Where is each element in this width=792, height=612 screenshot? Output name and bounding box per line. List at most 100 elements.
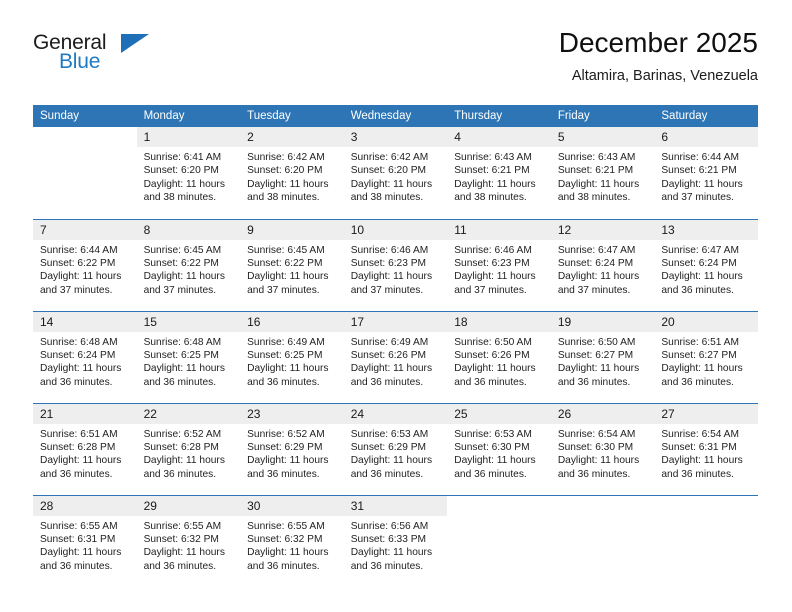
calendar-day-cell[interactable]: 2 Sunrise: 6:42 AM Sunset: 6:20 PM Daylight… xyxy=(240,127,344,219)
sunrise-text: Sunrise: 6:53 AM xyxy=(350,428,429,440)
daylight-text: Daylight: 11 hours and 37 minutes. xyxy=(350,271,433,296)
day-number: 29 xyxy=(136,495,241,516)
day-details: Sunrise: 6:55 AM Sunset: 6:32 PM Daylight:… xyxy=(137,516,241,574)
day-details: Sunrise: 6:51 AM Sunset: 6:28 PM Daylight:… xyxy=(33,424,137,482)
sunrise-text: Sunrise: 6:54 AM xyxy=(661,428,739,440)
calendar-day-cell[interactable]: 4 Sunrise: 6:43 AM Sunset: 6:21 PM Daylight… xyxy=(447,127,551,219)
calendar-day-cell[interactable]: 27 Sunrise: 6:54 AM Sunset: 6:31 PM Dayligh… xyxy=(654,402,758,495)
day-details: Sunrise: 6:48 AM Sunset: 6:25 PM Daylight:… xyxy=(137,332,241,390)
day-cell-inner: 18 Sunrise: 6:50 AM Sunset: 6:26 PM Dayligh… xyxy=(447,311,551,403)
day-cell-inner: 11 Sunrise: 6:46 AM Sunset: 6:23 PM Dayligh… xyxy=(447,219,551,311)
calendar-day-cell[interactable]: 7 Sunrise: 6:44 AM Sunset: 6:22 PM Daylight… xyxy=(33,218,137,311)
sunrise-text: Sunrise: 6:47 AM xyxy=(557,244,636,256)
day-number: 23 xyxy=(240,403,344,424)
calendar-day-cell[interactable]: 12 Sunrise: 6:47 AM Sunset: 6:24 PM Dayligh… xyxy=(550,218,655,311)
daylight-text: Daylight: 11 hours and 37 minutes. xyxy=(143,271,225,296)
sunset-text: Sunset: 6:20 PM xyxy=(143,165,219,177)
calendar-day-cell[interactable]: 10 Sunrise: 6:46 AM Sunset: 6:23 PM Dayligh… xyxy=(343,218,448,311)
calendar-day-cell[interactable]: 3 Sunrise: 6:42 AM Sunset: 6:20 PM Daylight… xyxy=(343,127,448,219)
sunset-text: Sunset: 6:22 PM xyxy=(247,257,323,269)
sunset-text: Sunset: 6:25 PM xyxy=(143,349,219,361)
page-title: December 2025 xyxy=(558,27,758,58)
weekday-header-tuesday: Tuesday xyxy=(240,105,344,127)
day-details: Sunrise: 6:42 AM Sunset: 6:20 PM Daylight:… xyxy=(240,147,344,205)
sunrise-text: Sunrise: 6:42 AM xyxy=(350,152,429,163)
day-cell-inner: 7 Sunrise: 6:44 AM Sunset: 6:22 PM Daylight… xyxy=(33,219,137,311)
calendar-day-cell[interactable]: 28 Sunrise: 6:55 AM Sunset: 6:31 PM Dayligh… xyxy=(33,494,137,588)
daylight-text: Daylight: 11 hours and 38 minutes. xyxy=(557,178,640,204)
day-cell-inner: 25 Sunrise: 6:53 AM Sunset: 6:30 PM Dayligh… xyxy=(447,403,551,495)
calendar-day-cell[interactable]: 15 Sunrise: 6:48 AM Sunset: 6:25 PM Dayligh… xyxy=(136,310,241,403)
day-cell-inner: 28 Sunrise: 6:55 AM Sunset: 6:31 PM Dayligh… xyxy=(33,495,137,588)
daylight-text: Daylight: 11 hours and 37 minutes. xyxy=(661,178,743,204)
calendar-day-cell[interactable]: 26 Sunrise: 6:54 AM Sunset: 6:30 PM Dayligh… xyxy=(550,402,655,495)
sunset-text: Sunset: 6:20 PM xyxy=(247,165,323,177)
day-cell-inner: 3 Sunrise: 6:42 AM Sunset: 6:20 PM Daylight… xyxy=(343,127,448,219)
calendar-day-cell[interactable]: 8 Sunrise: 6:45 AM Sunset: 6:22 PM Daylight… xyxy=(136,218,241,311)
sunset-text: Sunset: 6:24 PM xyxy=(557,257,634,269)
sunrise-text: Sunrise: 6:56 AM xyxy=(350,520,429,532)
daylight-text: Daylight: 11 hours and 36 minutes. xyxy=(557,455,640,480)
sunrise-text: Sunrise: 6:51 AM xyxy=(40,428,118,440)
day-number: 25 xyxy=(447,403,551,424)
day-number: 7 xyxy=(33,219,137,240)
day-details: Sunrise: 6:52 AM Sunset: 6:29 PM Daylight:… xyxy=(240,424,344,482)
sunset-text: Sunset: 6:31 PM xyxy=(661,441,737,453)
day-number: 16 xyxy=(240,311,344,332)
calendar-day-cell[interactable]: 30 Sunrise: 6:55 AM Sunset: 6:32 PM Dayligh… xyxy=(240,494,344,587)
calendar-day-cell[interactable]: 1 Sunrise: 6:41 AM Sunset: 6:20 PM Daylight… xyxy=(136,127,241,219)
day-number: 26 xyxy=(550,403,655,424)
calendar-day-cell[interactable]: 13 Sunrise: 6:47 AM Sunset: 6:24 PM Dayligh… xyxy=(654,218,758,311)
daylight-text: Daylight: 11 hours and 36 minutes. xyxy=(350,455,433,480)
calendar-day-cell[interactable]: 14 Sunrise: 6:48 AM Sunset: 6:24 PM Dayligh… xyxy=(33,310,137,403)
sunset-text: Sunset: 6:27 PM xyxy=(661,349,737,361)
sunrise-text: Sunrise: 6:53 AM xyxy=(454,428,532,440)
day-details: Sunrise: 6:47 AM Sunset: 6:24 PM Daylight:… xyxy=(551,240,655,298)
day-details: Sunrise: 6:44 AM Sunset: 6:22 PM Daylight:… xyxy=(33,240,137,298)
daylight-text: Daylight: 11 hours and 36 minutes. xyxy=(350,547,433,572)
sunrise-text: Sunrise: 6:48 AM xyxy=(143,336,222,348)
calendar-day-cell[interactable]: 21 Sunrise: 6:51 AM Sunset: 6:28 PM Dayligh… xyxy=(33,402,137,495)
sunrise-text: Sunrise: 6:46 AM xyxy=(454,244,532,256)
sunrise-text: Sunrise: 6:51 AM xyxy=(661,336,739,348)
daylight-text: Daylight: 11 hours and 36 minutes. xyxy=(661,271,743,296)
calendar-day-cell[interactable]: 23 Sunrise: 6:52 AM Sunset: 6:29 PM Dayligh… xyxy=(240,402,344,495)
day-cell-inner: 6 Sunrise: 6:44 AM Sunset: 6:21 PM Daylight… xyxy=(654,127,758,219)
calendar-day-cell[interactable]: 11 Sunrise: 6:46 AM Sunset: 6:23 PM Dayligh… xyxy=(447,218,551,311)
calendar-day-cell[interactable]: 16 Sunrise: 6:49 AM Sunset: 6:25 PM Dayligh… xyxy=(240,310,344,403)
calendar-day-cell[interactable]: 24 Sunrise: 6:53 AM Sunset: 6:29 PM Dayligh… xyxy=(343,402,448,495)
weekday-header-thursday: Thursday xyxy=(447,105,551,127)
sunset-text: Sunset: 6:24 PM xyxy=(40,349,116,361)
sunset-text: Sunset: 6:25 PM xyxy=(247,349,323,361)
calendar-day-cell[interactable]: 6 Sunrise: 6:44 AM Sunset: 6:21 PM Daylight… xyxy=(654,127,758,219)
calendar-day-cell[interactable]: 29 Sunrise: 6:55 AM Sunset: 6:32 PM Dayligh… xyxy=(136,494,241,587)
daylight-text: Daylight: 11 hours and 37 minutes. xyxy=(454,271,536,296)
day-cell-inner: 31 Sunrise: 6:56 AM Sunset: 6:33 PM Dayligh… xyxy=(343,495,448,588)
calendar-day-cell[interactable]: 20 Sunrise: 6:51 AM Sunset: 6:27 PM Dayligh… xyxy=(654,310,758,403)
calendar-day-cell[interactable]: 9 Sunrise: 6:45 AM Sunset: 6:22 PM Daylight… xyxy=(240,218,344,311)
weekday-header-sunday: Sunday xyxy=(33,105,137,127)
calendar-day-cell[interactable]: 25 Sunrise: 6:53 AM Sunset: 6:30 PM Dayligh… xyxy=(447,402,551,495)
day-number: 28 xyxy=(33,495,137,516)
day-cell-inner: 12 Sunrise: 6:47 AM Sunset: 6:24 PM Dayligh… xyxy=(550,219,655,311)
sunrise-text: Sunrise: 6:55 AM xyxy=(247,520,325,532)
sunset-text: Sunset: 6:29 PM xyxy=(350,441,427,453)
calendar-empty-cell xyxy=(447,494,551,587)
day-cell-inner: 15 Sunrise: 6:48 AM Sunset: 6:25 PM Dayligh… xyxy=(136,311,241,403)
sunrise-text: Sunrise: 6:47 AM xyxy=(661,244,739,256)
calendar-day-cell[interactable]: 5 Sunrise: 6:43 AM Sunset: 6:21 PM Daylight… xyxy=(550,127,655,219)
day-details: Sunrise: 6:46 AM Sunset: 6:23 PM Daylight:… xyxy=(344,240,448,298)
calendar-day-cell[interactable]: 19 Sunrise: 6:50 AM Sunset: 6:27 PM Dayligh… xyxy=(550,310,655,403)
daylight-text: Daylight: 11 hours and 36 minutes. xyxy=(40,363,122,388)
sunrise-text: Sunrise: 6:41 AM xyxy=(143,152,222,163)
day-cell-inner: 24 Sunrise: 6:53 AM Sunset: 6:29 PM Dayligh… xyxy=(343,403,448,495)
sunrise-text: Sunrise: 6:45 AM xyxy=(143,244,222,256)
daylight-text: Daylight: 11 hours and 36 minutes. xyxy=(661,363,743,388)
day-cell-inner xyxy=(33,127,137,219)
generalblue-logo[interactable]: General Blue xyxy=(33,32,173,88)
calendar-day-cell[interactable]: 31 Sunrise: 6:56 AM Sunset: 6:33 PM Dayligh… xyxy=(343,494,448,588)
calendar-day-cell[interactable]: 17 Sunrise: 6:49 AM Sunset: 6:26 PM Dayligh… xyxy=(343,310,448,403)
calendar-day-cell[interactable]: 18 Sunrise: 6:50 AM Sunset: 6:26 PM Dayligh… xyxy=(447,310,551,403)
calendar-day-cell[interactable]: 22 Sunrise: 6:52 AM Sunset: 6:28 PM Dayligh… xyxy=(136,402,241,495)
logo-text-blue: Blue xyxy=(59,50,101,73)
